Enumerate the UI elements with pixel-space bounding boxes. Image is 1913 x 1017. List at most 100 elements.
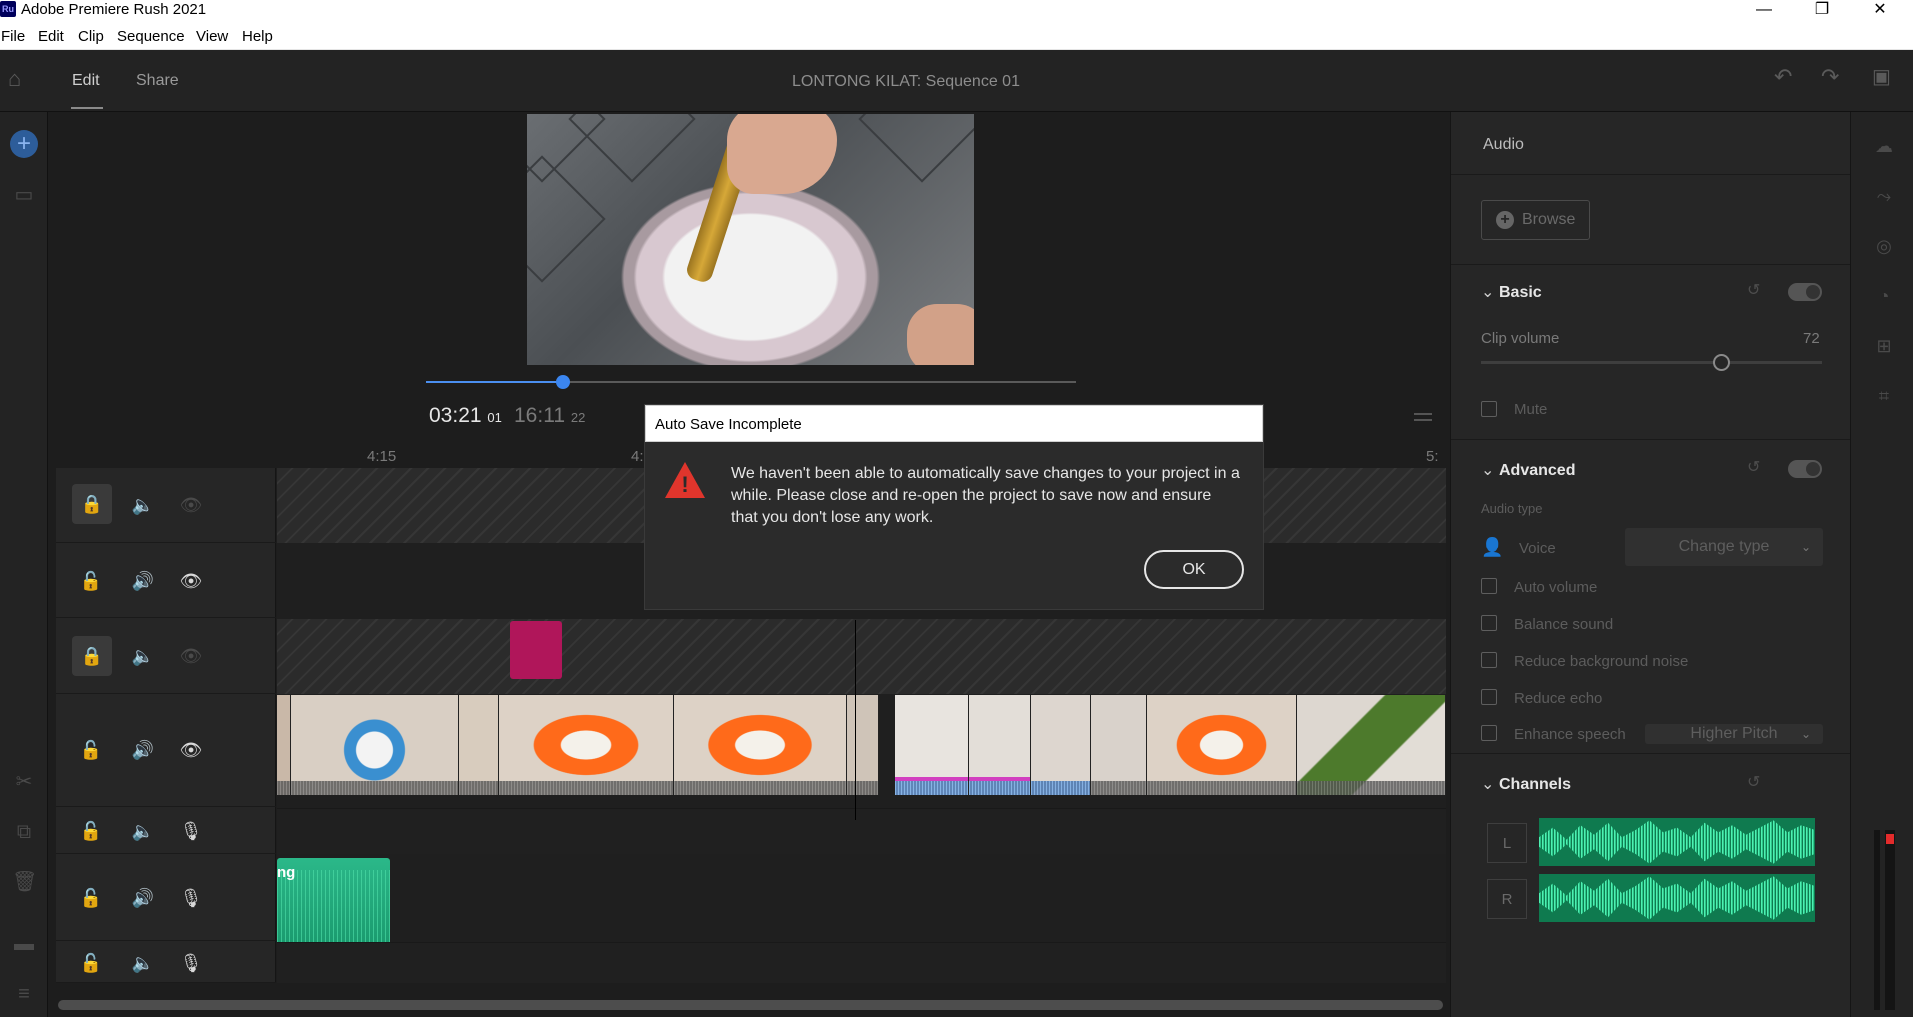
- graphic-clip[interactable]: [510, 621, 562, 679]
- menu-bar: File Edit Clip Sequence View Help: [0, 24, 1913, 50]
- video-clip[interactable]: [1147, 695, 1297, 795]
- auto-save-dialog: Auto Save Incomplete ! We haven't been a…: [645, 405, 1263, 609]
- menu-view[interactable]: View: [196, 28, 228, 45]
- advanced-toggle[interactable]: [1788, 460, 1822, 478]
- video-clip[interactable]: [895, 695, 969, 795]
- lock-icon[interactable]: 🔒: [72, 636, 112, 676]
- media-bin-icon[interactable]: ▭: [12, 183, 36, 207]
- reduce-background-noise-checkbox[interactable]: [1481, 652, 1497, 668]
- unlock-icon[interactable]: 🔓: [78, 568, 104, 594]
- timeline-playhead[interactable]: [855, 620, 856, 820]
- chevron-down-icon: ⌄: [1481, 284, 1495, 301]
- reset-icon[interactable]: ↺: [1747, 280, 1760, 300]
- video-clip[interactable]: [1031, 695, 1091, 795]
- app-header: ⌂ Edit Share LONTONG KILAT: Sequence 01 …: [0, 50, 1913, 112]
- color-icon[interactable]: ◎: [1872, 234, 1896, 258]
- microphone-icon[interactable]: 🎙: [178, 950, 204, 976]
- enhance-speech-dropdown[interactable]: Higher Pitch ⌄: [1645, 724, 1823, 744]
- minimize-button[interactable]: —: [1741, 0, 1787, 24]
- transitions-icon[interactable]: ⤳: [1872, 184, 1896, 208]
- dialog-message: We haven't been able to automatically sa…: [731, 465, 1240, 526]
- timeline-horizontal-scrollbar[interactable]: [58, 1000, 1443, 1010]
- track-controls-icon[interactable]: ▬: [12, 932, 36, 956]
- balance-sound-checkbox[interactable]: [1481, 615, 1497, 631]
- crop-transform-icon[interactable]: ⌗: [1872, 384, 1896, 408]
- right-channel-label[interactable]: R: [1487, 879, 1527, 919]
- list-view-icon[interactable]: ≡: [12, 982, 36, 1006]
- speed-icon[interactable]: ◔: [1872, 284, 1896, 308]
- reset-icon[interactable]: ↺: [1747, 457, 1760, 477]
- section-channels-header[interactable]: ⌄ Channels: [1481, 774, 1571, 794]
- video-clip[interactable]: [847, 695, 879, 795]
- menu-help[interactable]: Help: [242, 28, 273, 45]
- video-clip[interactable]: [969, 695, 1031, 795]
- reduce-echo-checkbox[interactable]: [1481, 689, 1497, 705]
- section-advanced-header[interactable]: ⌄ Advanced: [1481, 460, 1575, 480]
- unlock-icon[interactable]: 🔓: [78, 885, 104, 911]
- duplicate-icon[interactable]: ⧉: [12, 820, 36, 844]
- auto-volume-checkbox[interactable]: [1481, 578, 1497, 594]
- volume-icon[interactable]: 🔈: [130, 492, 156, 518]
- menu-sequence[interactable]: Sequence: [117, 28, 185, 45]
- left-tool-rail: + ▭ ✂ ⧉ 🗑 ▬ ≡: [0, 112, 48, 1017]
- home-icon[interactable]: ⌂: [8, 66, 21, 92]
- eye-icon[interactable]: 👁: [178, 568, 204, 594]
- undo-icon[interactable]: ↶: [1774, 64, 1792, 90]
- lock-icon[interactable]: 🔒: [72, 484, 112, 524]
- timeline-options-icon[interactable]: [1414, 413, 1432, 421]
- track-header-title: 🔒 🔈 👁: [56, 468, 276, 543]
- cloud-upload-icon[interactable]: ☁: [1872, 134, 1896, 158]
- video-clip[interactable]: [499, 695, 674, 795]
- volume-icon[interactable]: 🔈: [130, 818, 156, 844]
- change-type-dropdown[interactable]: Change type ⌄: [1625, 528, 1823, 566]
- mute-checkbox[interactable]: [1481, 401, 1497, 417]
- video-clip[interactable]: [1091, 695, 1147, 795]
- tab-edit[interactable]: Edit: [72, 72, 100, 90]
- close-window-button[interactable]: ✕: [1857, 0, 1903, 24]
- clip-volume-handle[interactable]: [1713, 354, 1730, 371]
- basic-toggle[interactable]: [1788, 283, 1822, 301]
- menu-edit[interactable]: Edit: [38, 28, 64, 45]
- volume-icon[interactable]: 🔈: [130, 643, 156, 669]
- microphone-icon[interactable]: 🎙: [178, 885, 204, 911]
- left-channel-label[interactable]: L: [1487, 823, 1527, 863]
- unlock-icon[interactable]: 🔓: [78, 950, 104, 976]
- music-clip[interactable]: ng: [277, 858, 390, 945]
- add-media-button[interactable]: +: [10, 130, 38, 158]
- eye-icon[interactable]: 👁: [178, 643, 204, 669]
- volume-icon[interactable]: 🔈: [130, 950, 156, 976]
- video-clip[interactable]: [291, 695, 459, 795]
- clip-volume-slider[interactable]: [1481, 361, 1822, 364]
- tab-edit-underline: [71, 107, 103, 109]
- enhance-speech-checkbox[interactable]: [1481, 725, 1497, 741]
- volume-icon[interactable]: 🔊: [130, 885, 156, 911]
- ok-button[interactable]: OK: [1144, 550, 1244, 589]
- microphone-icon[interactable]: 🎙: [178, 818, 204, 844]
- video-clip[interactable]: [459, 695, 499, 795]
- video-clip[interactable]: [1297, 695, 1446, 795]
- track-header-audio-1: 🔓 🔈 🎙: [56, 808, 276, 854]
- preview-scrub-handle[interactable]: [556, 375, 570, 389]
- menu-clip[interactable]: Clip: [78, 28, 104, 45]
- video-preview[interactable]: [527, 114, 974, 365]
- eye-icon[interactable]: 👁: [178, 492, 204, 518]
- panel-title: Audio: [1483, 136, 1524, 153]
- tab-share[interactable]: Share: [136, 72, 179, 90]
- reset-icon[interactable]: ↺: [1747, 772, 1760, 792]
- menu-file[interactable]: File: [1, 28, 25, 45]
- redo-icon[interactable]: ↷: [1821, 64, 1839, 90]
- video-clip[interactable]: [674, 695, 847, 795]
- unlock-icon[interactable]: 🔓: [78, 818, 104, 844]
- audio-icon[interactable]: ⊞: [1872, 334, 1896, 358]
- volume-icon[interactable]: 🔊: [130, 568, 156, 594]
- delete-trash-icon[interactable]: 🗑: [12, 870, 37, 894]
- section-basic-header[interactable]: ⌄ Basic: [1481, 282, 1542, 302]
- feedback-icon[interactable]: ▣: [1872, 64, 1891, 89]
- maximize-button[interactable]: ❐: [1799, 0, 1845, 24]
- unlock-icon[interactable]: 🔓: [78, 737, 104, 763]
- volume-icon[interactable]: 🔊: [130, 737, 156, 763]
- split-scissors-icon[interactable]: ✂: [12, 770, 36, 794]
- video-clip[interactable]: [277, 695, 291, 795]
- browse-audio-button[interactable]: + Browse: [1481, 200, 1590, 240]
- eye-icon[interactable]: 👁: [178, 737, 204, 763]
